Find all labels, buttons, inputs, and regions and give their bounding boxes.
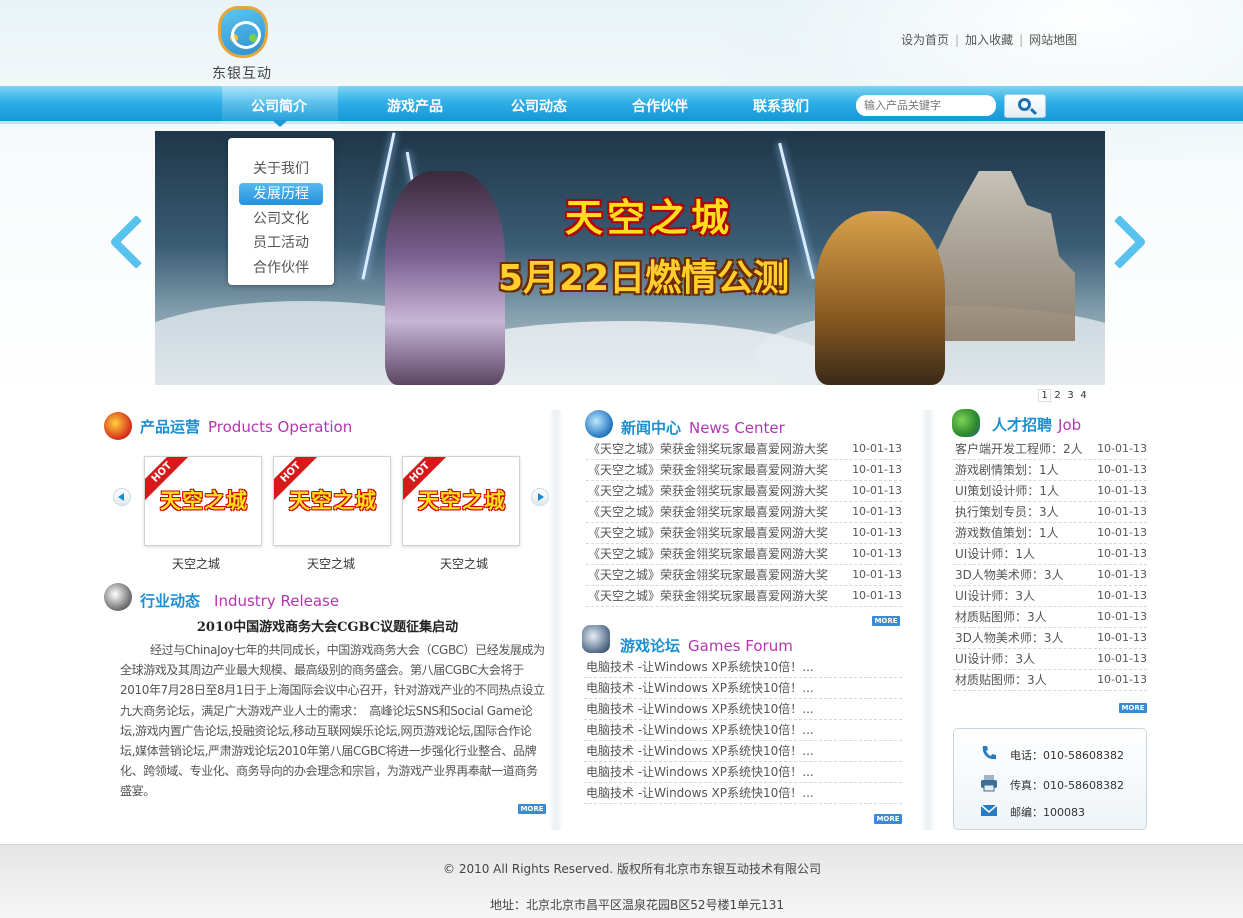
forum-more-button[interactable]: MORE [874, 814, 902, 824]
product-card-3[interactable]: HOT 天空之城 [402, 456, 520, 546]
news-item[interactable]: 《天空之城》荣获金翎奖玩家最喜爱网游大奖 10-01-13 [586, 460, 902, 481]
contact-box: 电话：010-58608382 传真：010-58608382 邮编：10008… [953, 728, 1147, 830]
contact-phone: 电话：010-58608382 [1010, 749, 1124, 762]
product-card-1[interactable]: HOT 天空之城 [144, 456, 262, 546]
add-favorite-link[interactable]: 加入收藏 [965, 33, 1013, 47]
products-next-button[interactable] [531, 488, 549, 506]
nav-contact[interactable]: 联系我们 [753, 96, 809, 116]
forum-list: 电脑技术 -让Windows XP系统快10倍！... 电脑技术 -让Windo… [584, 657, 902, 804]
job-item[interactable]: 材质贴图师：3人 10-01-13 [953, 670, 1147, 691]
article-body: 经过与ChinaJoy七年的共同成长，中国游戏商务大会（CGBC）已经发展成为全… [120, 643, 545, 799]
job-item[interactable]: 游戏数值策划：1人 10-01-13 [953, 523, 1147, 544]
news-item[interactable]: 《天空之城》荣获金翎奖玩家最喜爱网游大奖 10-01-13 [586, 502, 902, 523]
main-nav-bar [0, 86, 1243, 124]
footer-copyright: © 2010 All Rights Reserved. 版权所有北京市东银互动技… [443, 862, 822, 876]
contact-fax: 传真：010-58608382 [1010, 779, 1124, 792]
banner-subtitle: 5月22日燃情公测 [498, 258, 790, 299]
job-item[interactable]: 执行策划专员：3人 10-01-13 [953, 502, 1147, 523]
products-heading: 产品运营 Products Operation [140, 418, 353, 436]
forum-item[interactable]: 电脑技术 -让Windows XP系统快10倍！... [584, 762, 902, 783]
jobs-more-button[interactable]: MORE [1119, 703, 1147, 713]
banner-heroine-figure [385, 171, 505, 385]
brand-logo[interactable]: 东银互动 [212, 6, 278, 82]
contact-postcode: 邮编：100083 [1010, 806, 1085, 819]
dropdown-item-activities[interactable]: 员工活动 [239, 232, 323, 254]
job-item[interactable]: 3D人物美术师：3人 10-01-13 [953, 565, 1147, 586]
news-list: 《天空之城》荣获金翎奖玩家最喜爱网游大奖 10-01-13 《天空之城》荣获金翎奖… [586, 439, 902, 607]
news-item[interactable]: 《天空之城》荣获金翎奖玩家最喜爱网游大奖 10-01-13 [586, 439, 902, 460]
jobs-heading: 人才招聘 Job [992, 416, 1082, 434]
news-item[interactable]: 《天空之城》荣获金翎奖玩家最喜爱网游大奖 10-01-13 [586, 586, 902, 607]
news-heading: 新闻中心 News Center [621, 419, 785, 437]
phone-icon [982, 746, 996, 760]
news-item[interactable]: 《天空之城》荣获金翎奖玩家最喜爱网游大奖 10-01-13 [586, 523, 902, 544]
forum-item[interactable]: 电脑技术 -让Windows XP系统快10倍！... [584, 720, 902, 741]
job-item[interactable]: 游戏剧情策划：1人 10-01-13 [953, 460, 1147, 481]
news-item[interactable]: 《天空之城》荣获金翎奖玩家最喜爱网游大奖 10-01-13 [586, 544, 902, 565]
forum-item[interactable]: 电脑技术 -让Windows XP系统快10倍！... [584, 783, 902, 804]
about-dropdown-menu: 关于我们 发展历程 公司文化 员工活动 合作伙伴 [228, 138, 334, 285]
footer-address: 地址：北京北京市昌平区温泉花园B区52号楼1单元131 [490, 898, 785, 912]
banner-warrior-figure [815, 211, 945, 385]
forum-item[interactable]: 电脑技术 -让Windows XP系统快10倍！... [584, 699, 902, 720]
search-input[interactable] [856, 95, 996, 116]
news-globe-icon [585, 410, 613, 438]
dropdown-item-culture[interactable]: 公司文化 [239, 208, 323, 230]
industry-icon [104, 583, 132, 611]
set-homepage-link[interactable]: 设为首页 [901, 33, 949, 47]
jobs-people-icon [952, 409, 980, 437]
search-button[interactable] [1004, 94, 1046, 118]
industry-heading: 行业动态 Industry Release [140, 592, 340, 610]
news-item[interactable]: 《天空之城》荣获金翎奖玩家最喜爱网游大奖 10-01-13 [586, 565, 902, 586]
banner-page-3[interactable]: 3 [1064, 390, 1077, 401]
fax-icon [981, 775, 997, 792]
product-label-2[interactable]: 天空之城 [272, 555, 390, 572]
job-item[interactable]: UI策划设计师：1人 10-01-13 [953, 481, 1147, 502]
dropdown-item-about-us[interactable]: 关于我们 [239, 158, 323, 180]
job-item[interactable]: UI设计师：1人 10-01-13 [953, 544, 1147, 565]
banner-title: 天空之城 [565, 195, 734, 240]
chevron-right-icon [1114, 215, 1145, 269]
product-label-1[interactable]: 天空之城 [137, 555, 255, 572]
logo-icon [218, 6, 268, 58]
dropdown-item-partners[interactable]: 合作伙伴 [239, 257, 323, 279]
forum-item[interactable]: 电脑技术 -让Windows XP系统快10倍！... [584, 741, 902, 762]
job-item[interactable]: 客户端开发工程师：2人 10-01-13 [953, 439, 1147, 460]
mail-icon [980, 804, 998, 816]
article-title[interactable]: 2010中国游戏商务大会CGBC议题征集启动 [120, 616, 535, 635]
sitemap-link[interactable]: 网站地图 [1029, 33, 1077, 47]
products-prev-button[interactable] [113, 488, 131, 506]
banner-page-1[interactable]: 1 [1038, 389, 1051, 402]
news-item[interactable]: 《天空之城》荣获金翎奖玩家最喜爱网游大奖 10-01-13 [586, 481, 902, 502]
jobs-list: 客户端开发工程师：2人 10-01-13 游戏剧情策划：1人 10-01-13 UI… [953, 439, 1147, 691]
news-more-button[interactable]: MORE [872, 616, 900, 626]
nav-news[interactable]: 公司动态 [511, 96, 567, 116]
forum-shield-icon [582, 625, 610, 653]
forum-item[interactable]: 电脑技术 -让Windows XP系统快10倍！... [584, 678, 902, 699]
nav-active-arrow-icon [272, 120, 288, 127]
job-item[interactable]: 材质贴图师：3人 10-01-13 [953, 607, 1147, 628]
product-label-3[interactable]: 天空之城 [405, 555, 523, 572]
banner-page-4[interactable]: 4 [1077, 390, 1090, 401]
banner-prev-button[interactable] [109, 215, 145, 269]
job-item[interactable]: UI设计师：3人 10-01-13 [953, 649, 1147, 670]
nav-games[interactable]: 游戏产品 [387, 96, 443, 116]
chevron-left-icon [111, 215, 142, 269]
banner-pager: 1234 [1038, 389, 1090, 402]
industry-more-button[interactable]: MORE [518, 804, 546, 814]
products-icon [104, 412, 132, 440]
top-links: 设为首页 | 加入收藏 | 网站地图 [901, 33, 1078, 47]
nav-about[interactable]: 公司简介 [251, 96, 307, 116]
job-item[interactable]: UI设计师：3人 10-01-13 [953, 586, 1147, 607]
dropdown-item-history[interactable]: 发展历程 [239, 183, 323, 205]
banner-page-2[interactable]: 2 [1051, 390, 1064, 401]
brand-name: 东银互动 [212, 66, 272, 82]
product-card-2[interactable]: HOT 天空之城 [273, 456, 391, 546]
nav-partners[interactable]: 合作伙伴 [632, 96, 688, 116]
job-item[interactable]: 3D人物美术师：3人 10-01-13 [953, 628, 1147, 649]
banner-next-button[interactable] [1111, 215, 1147, 269]
forum-item[interactable]: 电脑技术 -让Windows XP系统快10倍！... [584, 657, 902, 678]
forum-heading: 游戏论坛 Games Forum [620, 637, 793, 655]
